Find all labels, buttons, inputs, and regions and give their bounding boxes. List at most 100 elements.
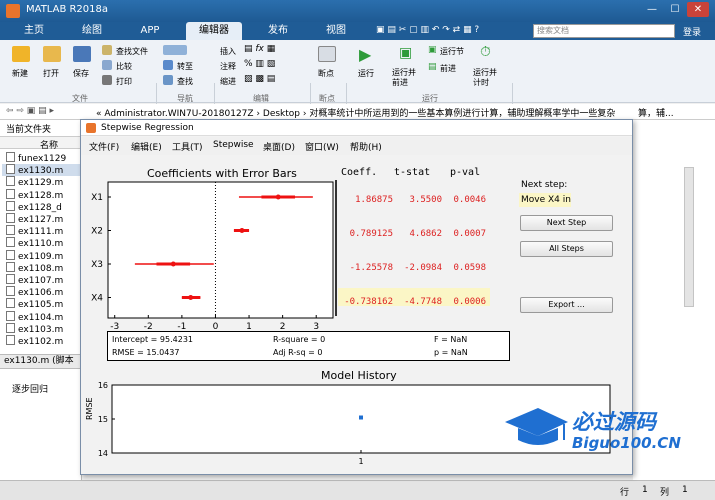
file-list-header[interactable]: 名称 — [0, 136, 82, 151]
breakpoints-button[interactable]: 断点 — [318, 68, 334, 79]
find-files-icon[interactable] — [102, 45, 112, 55]
coef-point — [188, 295, 194, 300]
file-icon — [6, 310, 15, 321]
nav-arrows-icon[interactable]: ⇦ ⇨ ▣ ▤ ▸ — [6, 106, 54, 116]
comment-button[interactable]: 注释 — [220, 61, 236, 72]
open-folder-icon[interactable] — [43, 46, 61, 62]
file-list-item[interactable]: ex1103.m — [6, 322, 64, 335]
file-list-item[interactable]: ex1110.m — [6, 237, 63, 249]
file-list-item[interactable]: ex1108.m — [6, 261, 63, 274]
file-list-item[interactable]: ex1128_d — [6, 200, 62, 213]
run-advance-icon[interactable]: ▣ — [399, 45, 412, 61]
indent-tool-icons[interactable]: ▨ ▩ ▤ — [244, 74, 275, 84]
table-divider-solid — [335, 180, 337, 316]
file-list-item[interactable]: ex1105.m — [6, 298, 63, 310]
menu-stepwise[interactable]: Stepwise — [213, 140, 254, 150]
menu-edit[interactable]: 编辑(E) — [131, 140, 162, 153]
menu-tools[interactable]: 工具(T) — [172, 140, 203, 153]
file-list-item[interactable]: ex1129.m — [6, 176, 63, 188]
comment-tool-icons[interactable]: % ▥ ▧ — [244, 59, 275, 69]
next-step-button[interactable]: Next Step — [520, 215, 613, 231]
run-icon[interactable]: ▶ — [359, 45, 371, 64]
compare-icon[interactable] — [102, 60, 112, 70]
name-column-header[interactable]: 名称 — [40, 138, 58, 151]
menu-desktop[interactable]: 桌面(D) — [263, 140, 295, 153]
coef-chart: -3 -2 -1 0 1 2 3X1X2X3X4 — [91, 181, 334, 332]
table-cell-tstat: -4.7748 — [404, 297, 442, 307]
table-cell-tstat: 4.6862 — [409, 229, 442, 239]
goto-button[interactable]: 转至 — [177, 61, 193, 72]
file-name: ex1103.m — [18, 324, 64, 335]
login-button[interactable]: 登录 — [683, 25, 701, 38]
tab-publish[interactable]: 发布 — [256, 22, 300, 40]
advance-icon[interactable]: ▤ — [428, 62, 437, 72]
run-time-button[interactable]: 运行并计时 — [473, 68, 503, 88]
advance-button[interactable]: 前进 — [440, 63, 456, 74]
close-icon[interactable]: ✕ — [687, 2, 709, 17]
file-list-item[interactable]: ex1111.m — [6, 225, 63, 237]
menu-file[interactable]: 文件(F) — [89, 140, 119, 153]
col-header-pval: p-val — [450, 167, 481, 178]
search-input[interactable]: 搜索文档 — [533, 24, 675, 38]
next-step-label: Next step: — [521, 180, 568, 190]
indent-button[interactable]: 缩进 — [220, 76, 236, 87]
open-button[interactable]: 打开 — [43, 68, 59, 79]
run-advance-button[interactable]: 运行并前进 — [392, 68, 422, 88]
maximize-icon[interactable]: ☐ — [664, 2, 686, 17]
goto-icon[interactable] — [163, 60, 173, 70]
tab-apps[interactable]: APP — [128, 22, 172, 40]
find-files-button[interactable]: 查找文件 — [116, 46, 148, 57]
address-bar[interactable]: ⇦ ⇨ ▣ ▤ ▸ « Administrator.WIN7U-20180127… — [0, 104, 715, 120]
file-name: ex1105.m — [18, 300, 64, 311]
run-section-button[interactable]: 运行节 — [440, 46, 464, 57]
new-button[interactable]: 新建 — [12, 68, 28, 79]
history-ylabel: RMSE — [85, 397, 94, 420]
file-list-item[interactable]: ex1106.m — [6, 286, 63, 298]
coef-chart-title: Coefficients with Error Bars — [147, 167, 297, 180]
file-list-item[interactable]: ex1104.m — [6, 310, 63, 323]
menu-window[interactable]: 窗口(W) — [305, 140, 339, 153]
tab-view[interactable]: 视图 — [314, 22, 358, 40]
coef-point — [239, 228, 245, 233]
compare-button[interactable]: 比较 — [116, 61, 132, 72]
file-list-item[interactable]: ex1107.m — [6, 274, 63, 286]
path-overflow: 算，辅... — [638, 109, 674, 119]
minimize-icon[interactable]: — — [641, 2, 663, 17]
tab-plots[interactable]: 绘图 — [70, 22, 114, 40]
quick-access-icons[interactable]: ▣ ▤ ✂ ▢ ▥ ↶ ↷ ⇄ ▦ ? — [376, 25, 479, 35]
run-button[interactable]: 运行 — [358, 68, 374, 79]
new-icon[interactable] — [12, 46, 30, 62]
table-cell-tstat: -2.0984 — [404, 263, 442, 273]
file-icon — [6, 164, 15, 175]
breakpoints-icon[interactable] — [318, 46, 336, 62]
file-list-item[interactable]: ex1128.m — [6, 188, 63, 201]
file-list-item[interactable]: ex1127.m — [6, 213, 63, 225]
tab-editor[interactable]: 编辑器 — [186, 22, 242, 40]
file-list-item[interactable]: ex1130.m — [2, 164, 80, 177]
editor-scrollbar[interactable] — [684, 167, 694, 307]
edit-tool-icons[interactable]: ▤ fx ▦ — [244, 44, 275, 54]
col-value: 1 — [682, 485, 688, 495]
export-button[interactable]: Export ... — [520, 297, 613, 313]
file-list-item[interactable]: ex1102.m — [6, 335, 63, 347]
back-forward-icon[interactable] — [163, 45, 187, 55]
file-name: ex1102.m — [18, 337, 64, 347]
file-list-item[interactable]: ex1109.m — [6, 249, 63, 262]
tab-home[interactable]: 主页 — [12, 22, 56, 40]
print-icon[interactable] — [102, 75, 112, 85]
find-button[interactable]: 查找 — [177, 76, 193, 87]
file-icon — [6, 249, 15, 260]
run-time-icon[interactable]: ⏱ — [480, 44, 491, 60]
file-icon — [6, 225, 15, 236]
menu-help[interactable]: 帮助(H) — [350, 140, 382, 153]
save-icon[interactable] — [73, 46, 91, 62]
all-steps-button[interactable]: All Steps — [520, 241, 613, 257]
save-button[interactable]: 保存 — [73, 68, 89, 79]
file-list-item[interactable]: funex1129 — [6, 152, 66, 164]
file-icon — [6, 335, 15, 345]
run-section-icon[interactable]: ▣ — [428, 45, 437, 55]
insert-button[interactable]: 插入 — [220, 46, 236, 57]
dialog-title: Stepwise Regression — [101, 123, 194, 133]
print-button[interactable]: 打印 — [116, 76, 132, 87]
find-icon[interactable] — [163, 75, 173, 85]
